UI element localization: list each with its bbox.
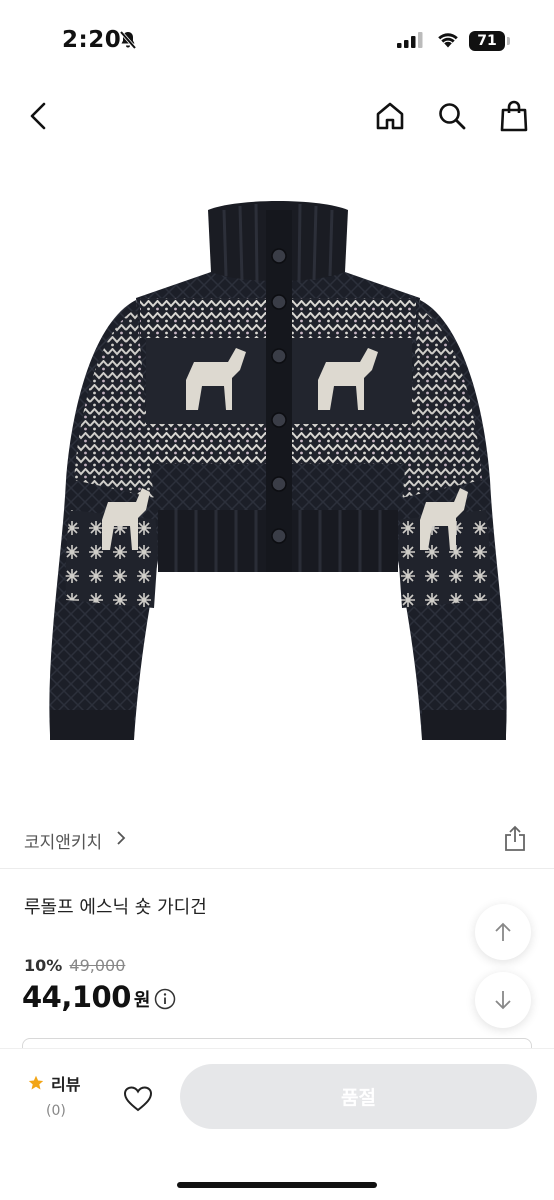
home-button[interactable] [370,96,410,136]
original-price: 49,000 [69,956,126,975]
info-icon[interactable] [154,988,176,1010]
shopping-bag-icon [500,100,528,132]
currency-label: 원 [133,990,151,1011]
review-label: 리뷰 [51,1075,81,1094]
battery-tip [507,37,510,45]
home-indicator [177,1182,377,1188]
price-row: 44,100 원 [22,980,176,1014]
top-nav [0,88,554,144]
cellular-signal-icon [397,32,423,48]
battery-level: 71 [469,31,505,51]
product-title: 루돌프 에스닉 숏 가디건 [24,897,207,918]
wishlist-button[interactable] [120,1081,156,1117]
cart-button[interactable] [494,96,534,136]
scroll-up-button[interactable] [475,904,531,960]
bell-muted-icon [119,30,137,50]
arrow-up-icon [495,922,511,941]
back-button[interactable] [18,96,58,136]
discount-row: 10% 49,000 [24,956,125,975]
search-button[interactable] [432,96,472,136]
soldout-button[interactable]: 품절 [180,1064,537,1129]
search-icon [439,103,466,130]
home-icon [376,102,404,130]
review-count: (0) [46,1103,66,1119]
product-image[interactable] [36,180,520,760]
wifi-icon [438,33,458,48]
review-summary[interactable]: 리뷰 (0) [28,1071,98,1119]
sale-price: 44,100 [22,980,131,1014]
scroll-down-button[interactable] [475,972,531,1028]
chevron-left-icon [30,102,46,130]
arrow-down-icon [495,991,511,1010]
chevron-right-icon [117,831,126,845]
divider [0,868,554,869]
share-icon [505,825,525,851]
status-time: 2:20 [62,27,122,53]
brand-row[interactable]: 코지앤키치 [24,818,530,860]
discount-rate: 10% [24,956,63,975]
star-icon [28,1075,44,1090]
share-button[interactable] [500,822,530,854]
brand-name[interactable]: 코지앤키치 [24,828,102,853]
heart-icon [123,1086,153,1112]
bottom-action-bar: 리뷰 (0) 품절 [0,1048,554,1200]
status-bar: 2:20 71 [0,0,554,80]
